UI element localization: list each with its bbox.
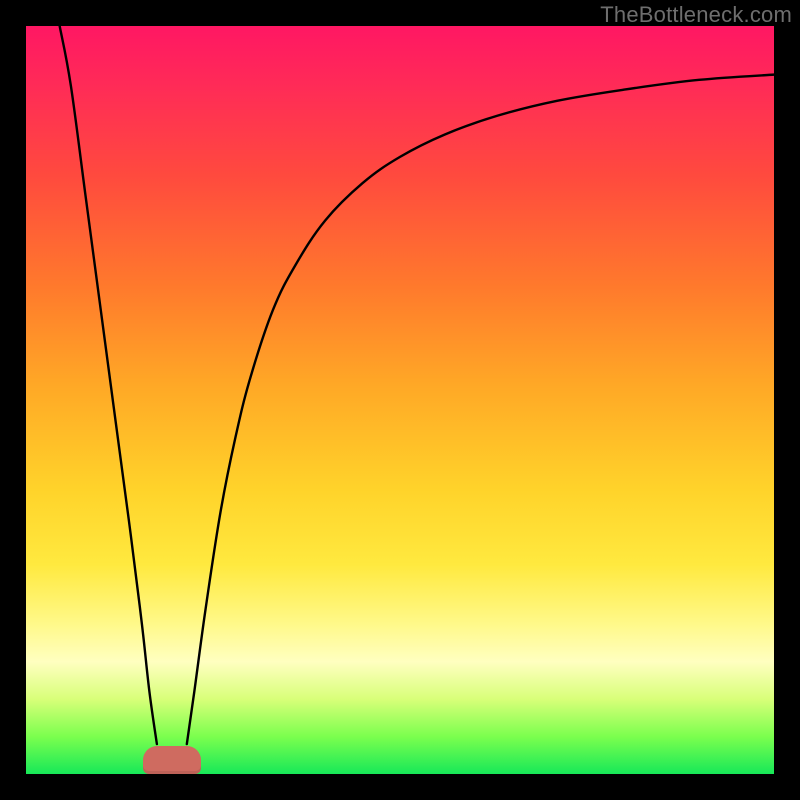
bottleneck-curve xyxy=(26,26,774,774)
optimal-marker xyxy=(143,746,201,774)
curve-left-branch xyxy=(60,26,157,744)
watermark-text: TheBottleneck.com xyxy=(600,2,792,28)
plot-frame xyxy=(26,26,774,774)
curve-right-branch xyxy=(187,75,774,744)
